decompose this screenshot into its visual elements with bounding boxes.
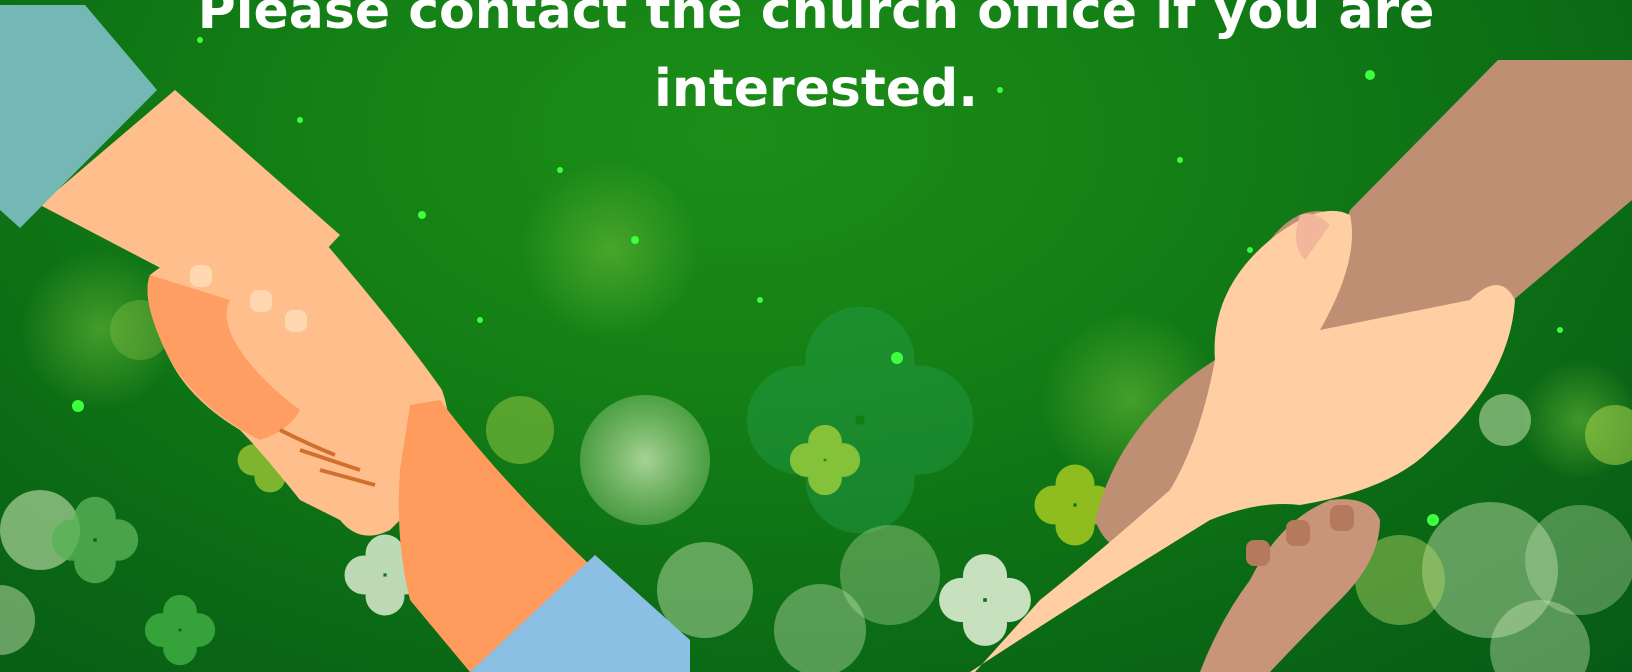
bokeh-light [486,396,554,464]
flyer-background: Please contact the church office if you … [0,0,1632,672]
bokeh-light [840,525,940,625]
bokeh-light [580,395,710,525]
shamrock-icon [746,306,974,534]
bokeh-light [1479,394,1531,446]
shamrock-icon [144,594,216,666]
bokeh-light [1525,505,1632,615]
bokeh-light [520,160,700,340]
message-line-2: interested. [654,59,978,119]
bokeh-light [0,585,35,655]
contact-message: Please contact the church office if you … [0,0,1632,128]
message-line-1: Please contact the church office if you … [197,0,1435,41]
